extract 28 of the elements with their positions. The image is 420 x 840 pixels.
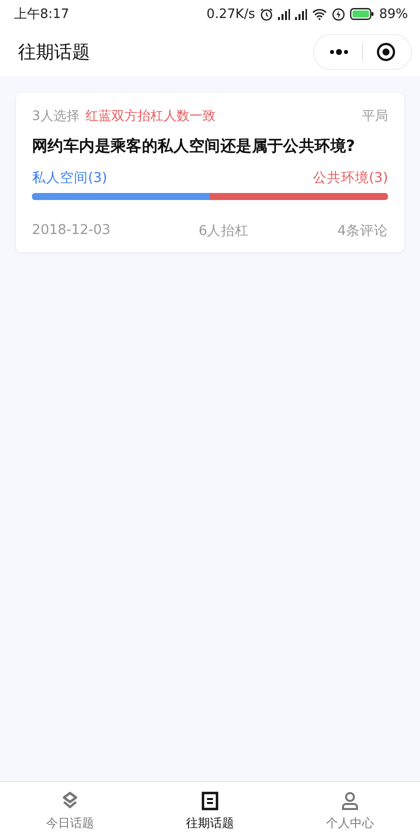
signal-icon (278, 8, 290, 20)
signal-icon (295, 8, 308, 20)
participant-count: 6人抬杠 (198, 222, 250, 240)
network-speed: 0.27K/s (206, 6, 256, 22)
topic-note: 红蓝双方抬杠人数一致 (85, 108, 216, 125)
layers-icon (60, 790, 80, 810)
list-icon (200, 790, 220, 810)
topic-question: 网约车内是乘客的私人空间还是属于公共环境? (32, 136, 356, 157)
wifi-icon (312, 8, 328, 20)
topic-result: 平局 (362, 108, 388, 125)
page-title: 往期话题 (18, 41, 90, 64)
tab-item[interactable]: 今日话题 (0, 782, 140, 840)
status-time: 上午8:17 (14, 6, 70, 23)
tab-item[interactable]: 个人中心 (280, 782, 420, 840)
topic-date: 2018-12-03 (32, 222, 110, 240)
person-icon (340, 790, 360, 810)
comment-count: 4条评论 (337, 222, 388, 240)
target-icon (376, 42, 396, 62)
battery-icon (350, 8, 374, 20)
tab-item[interactable]: 往期话题 (140, 782, 280, 840)
side-label: 公共环境(3) (312, 169, 388, 187)
more-icon (329, 49, 349, 55)
alarm-icon (260, 8, 274, 20)
side-label: 私人空间(3) (32, 169, 108, 187)
charging-icon (332, 8, 346, 20)
choice-count: 3人选择 (32, 108, 80, 125)
battery-level: 89% (379, 6, 408, 22)
topic-card[interactable]: 3人选择 红蓝双方抬杠人数一致 平局 网约车内是乘客的私人空间还是属于公共环境? 私人空间(3) 公共环境(3) 2018-12-03 6人抬杠 4条评论 (16, 93, 404, 252)
